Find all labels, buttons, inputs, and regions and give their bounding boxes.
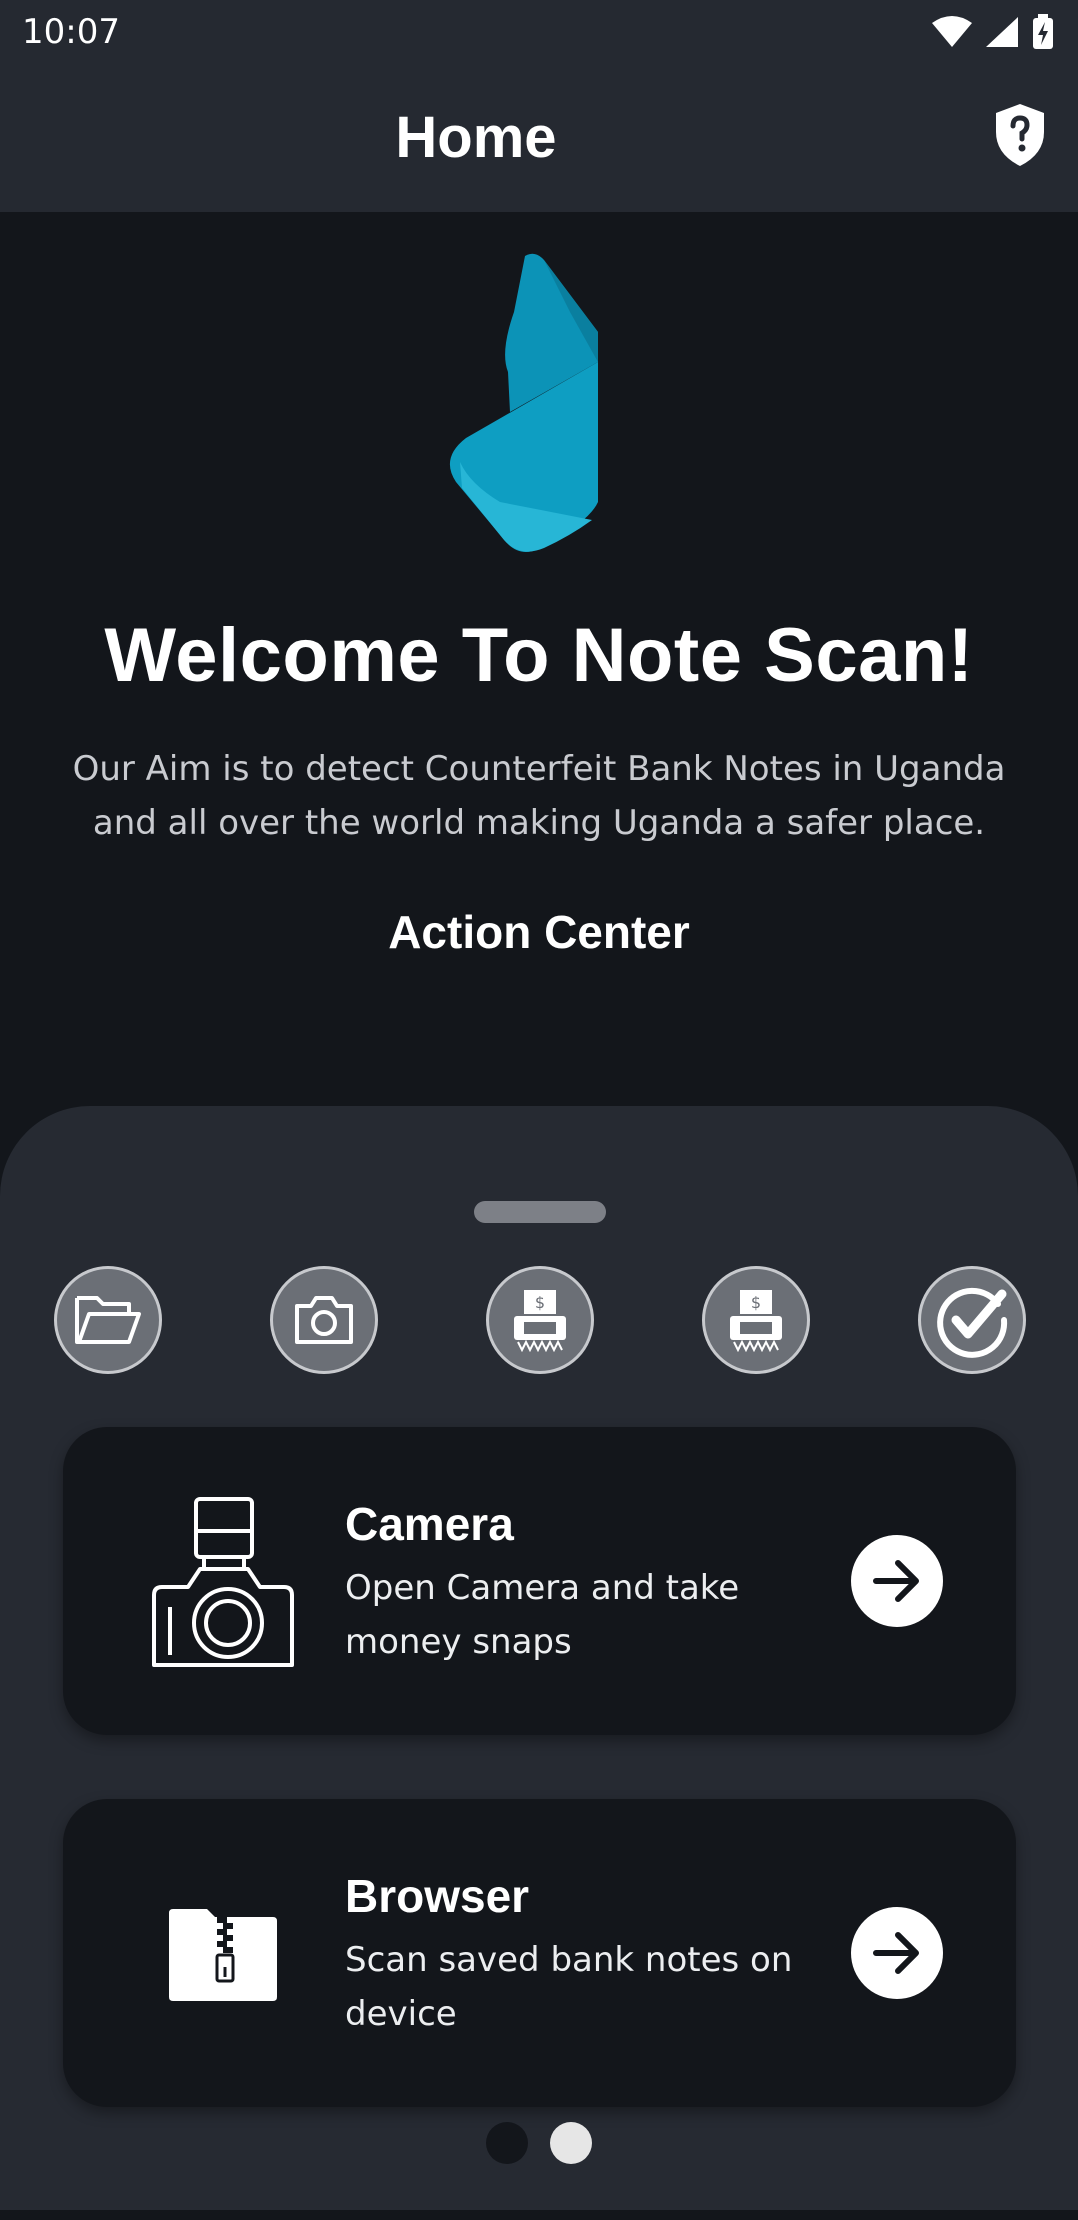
page-indicator (0, 2122, 1078, 2166)
quick-action-scan-note[interactable]: $ (486, 1266, 594, 1374)
quick-action-verify[interactable] (918, 1266, 1026, 1374)
shield-question-icon (996, 104, 1044, 166)
camera-card[interactable]: Camera Open Camera and take money snaps (63, 1427, 1016, 1735)
app-logo (449, 253, 598, 552)
browser-card[interactable]: Browser Scan saved bank notes on device (63, 1799, 1016, 2107)
help-button[interactable] (992, 102, 1048, 168)
battery-charging-icon (1033, 14, 1053, 49)
page-dot-1[interactable] (486, 2122, 528, 2164)
action-center-heading: Action Center (388, 906, 690, 958)
action-sheet: $ $ Camera Open Camera and take money sn… (0, 1106, 1078, 2210)
signal-icon (986, 17, 1018, 47)
card-description: Scan saved bank notes on device (345, 1940, 793, 2034)
status-icons (932, 14, 1054, 50)
quick-actions-row: $ $ (0, 1266, 1078, 1376)
status-time: 10:07 (22, 12, 120, 52)
camera-open-button[interactable] (851, 1535, 943, 1627)
money-scan-icon: $ (514, 1290, 566, 1352)
svg-text:$: $ (535, 1293, 545, 1312)
browser-open-button[interactable] (851, 1907, 943, 1999)
folder-open-icon (75, 1296, 141, 1344)
app-bar: Home (0, 64, 1078, 212)
card-description: Open Camera and take money snaps (345, 1568, 740, 1662)
drag-handle[interactable] (474, 1201, 606, 1223)
arrow-right-icon (873, 1560, 919, 1602)
page-dot-2-active[interactable] (550, 2122, 592, 2164)
camera-flash-icon (143, 1493, 303, 1673)
card-title: Camera (345, 1498, 514, 1550)
money-scan-icon: $ (730, 1290, 782, 1352)
quick-action-scan-note-2[interactable]: $ (702, 1266, 810, 1374)
welcome-title: Welcome To Note Scan! (104, 613, 974, 698)
svg-text:$: $ (751, 1293, 761, 1312)
arrow-right-icon (873, 1932, 919, 1974)
card-title: Browser (345, 1870, 530, 1922)
check-circle-icon (937, 1287, 1008, 1358)
quick-action-folder[interactable] (54, 1266, 162, 1374)
page-title: Home (395, 105, 557, 170)
status-bar: 10:07 (0, 0, 1078, 64)
aim-description: Our Aim is to detect Counterfeit Bank No… (72, 749, 1006, 843)
zip-folder-icon (143, 1865, 303, 2045)
camera-icon (295, 1296, 353, 1344)
wifi-icon (932, 16, 972, 47)
quick-action-camera[interactable] (270, 1266, 378, 1374)
hero-section: Welcome To Note Scan! Our Aim is to dete… (0, 212, 1078, 1112)
